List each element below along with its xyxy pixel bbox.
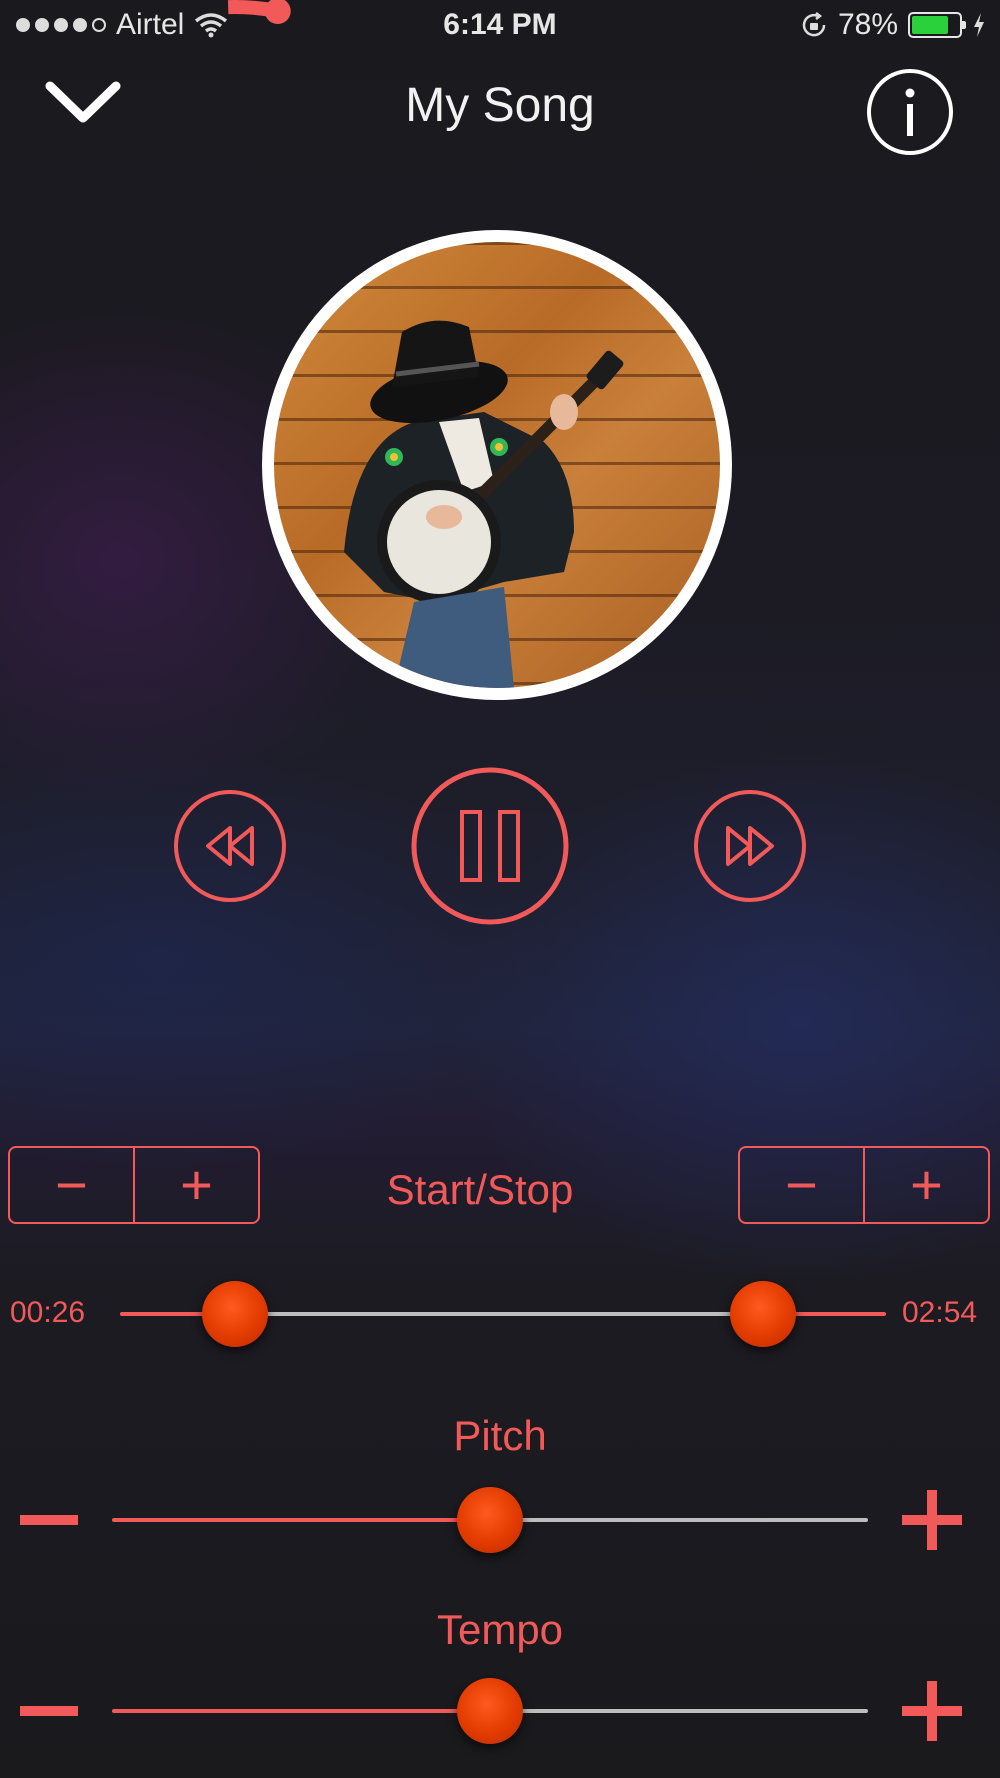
- loop-start-time: 00:26: [10, 1296, 86, 1329]
- battery-icon: [908, 12, 966, 38]
- pitch-track-empty: [490, 1518, 868, 1522]
- loop-end-knob[interactable]: [730, 1281, 797, 1347]
- status-bar: Airtel 6:14 PM 78%: [0, 0, 1000, 56]
- banjo-player-illustration: [344, 320, 624, 688]
- pitch-label: Pitch: [453, 1412, 547, 1459]
- range-track-middle: [234, 1312, 764, 1316]
- start-plus-button[interactable]: +: [135, 1148, 258, 1222]
- battery-fill: [912, 16, 948, 34]
- tempo-minus-button[interactable]: [20, 1706, 78, 1716]
- pitch-knob[interactable]: [457, 1487, 523, 1553]
- start-stepper: − +: [8, 1146, 260, 1224]
- tempo-track-empty: [490, 1709, 868, 1713]
- album-art-frame: [262, 230, 732, 700]
- pitch-minus-button[interactable]: [20, 1515, 78, 1525]
- fast-forward-button[interactable]: [692, 788, 808, 904]
- battery-percent: 78%: [837, 8, 898, 41]
- info-icon[interactable]: [866, 68, 954, 156]
- tempo-knob[interactable]: [457, 1678, 523, 1744]
- charging-icon: [974, 13, 984, 37]
- album-art: [274, 242, 720, 688]
- rotation-lock-icon: [802, 12, 826, 37]
- page-title: My Song: [405, 79, 595, 132]
- rewind-button[interactable]: [172, 788, 288, 904]
- stop-stepper: − +: [738, 1146, 990, 1224]
- start-minus-button[interactable]: −: [10, 1148, 135, 1222]
- status-right: 78%: [800, 8, 986, 42]
- pitch-plus-button[interactable]: [902, 1490, 962, 1550]
- stop-plus-button[interactable]: +: [865, 1148, 988, 1222]
- pitch-track-filled: [112, 1518, 490, 1522]
- tempo-label: Tempo: [436, 1606, 564, 1653]
- stop-minus-button[interactable]: −: [740, 1148, 865, 1222]
- tempo-plus-button[interactable]: [902, 1681, 962, 1741]
- start-stop-label: Start/Stop: [386, 1166, 574, 1213]
- loop-end-time: 02:54: [902, 1296, 978, 1329]
- pause-button[interactable]: [410, 766, 570, 926]
- loop-start-knob[interactable]: [201, 1281, 268, 1347]
- tempo-track-filled: [112, 1709, 490, 1713]
